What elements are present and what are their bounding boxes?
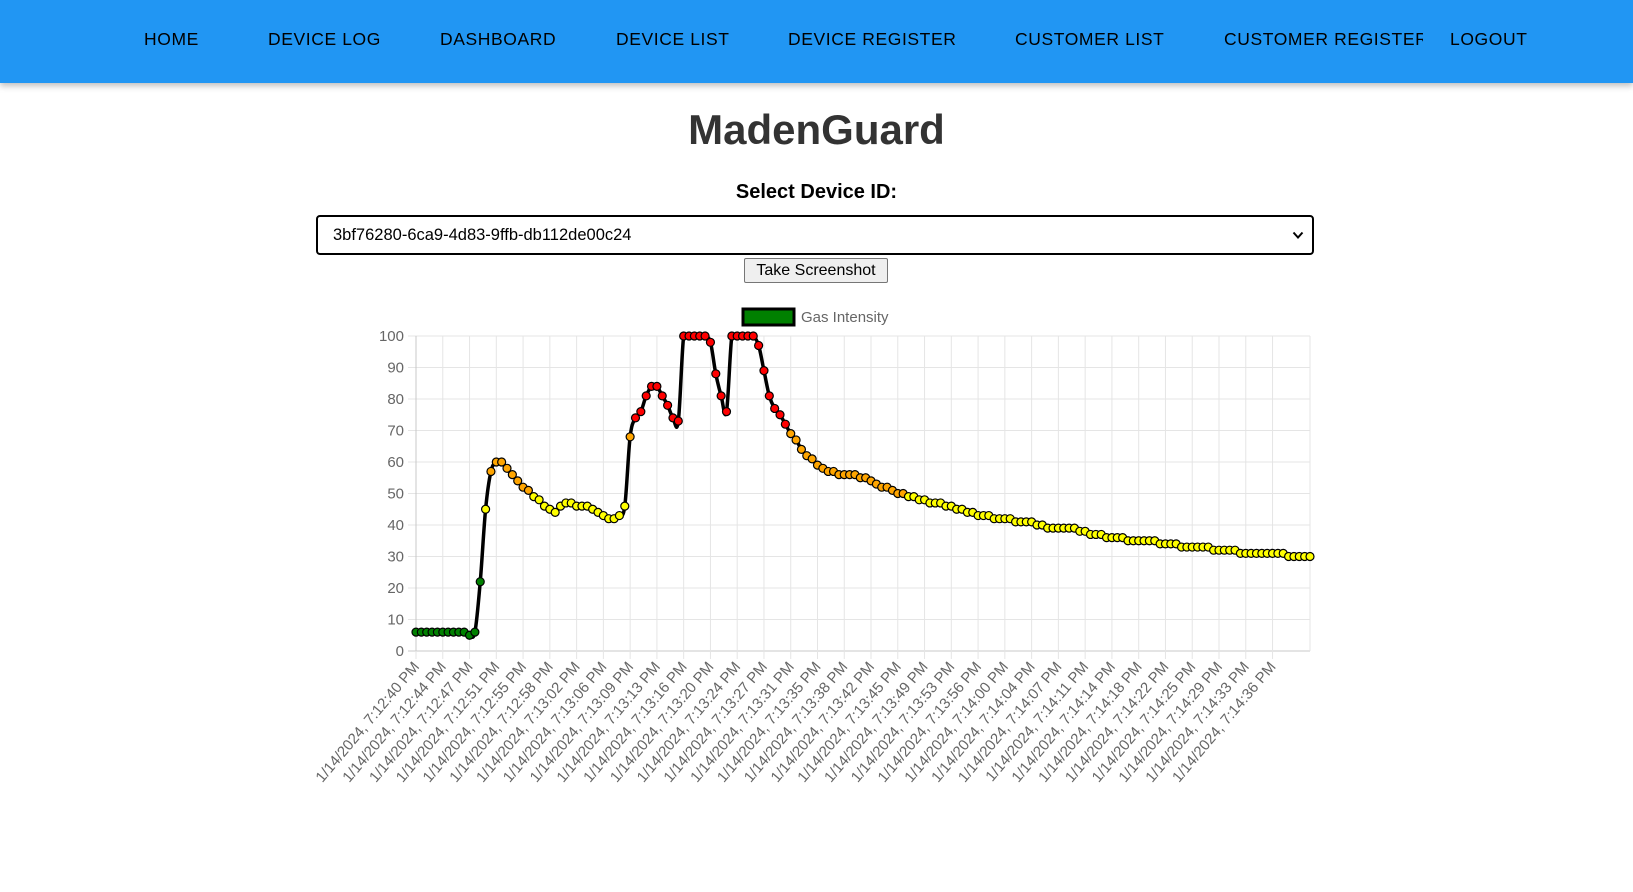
data-point bbox=[475, 577, 485, 587]
data-point bbox=[620, 501, 630, 511]
chart-points bbox=[411, 331, 1315, 640]
data-point bbox=[764, 391, 774, 401]
data-point bbox=[1305, 551, 1315, 562]
y-tick-label: 50 bbox=[387, 486, 404, 503]
y-tick-label: 30 bbox=[387, 549, 404, 566]
data-point bbox=[791, 435, 801, 445]
data-point bbox=[663, 400, 673, 410]
chart-grid bbox=[408, 335, 1311, 659]
data-point bbox=[625, 432, 635, 442]
y-tick-label: 20 bbox=[387, 580, 404, 597]
data-point bbox=[748, 331, 758, 341]
data-point bbox=[759, 366, 769, 376]
y-tick-label: 0 bbox=[396, 643, 404, 660]
data-point bbox=[614, 510, 625, 521]
data-point bbox=[673, 416, 683, 426]
data-point bbox=[716, 391, 726, 401]
y-tick-label: 80 bbox=[387, 391, 404, 408]
y-tick-label: 90 bbox=[387, 360, 404, 377]
legend-label-gas-intensity: Gas Intensity bbox=[801, 309, 889, 326]
y-tick-label: 100 bbox=[379, 328, 404, 345]
data-point bbox=[721, 407, 732, 417]
y-tick-label: 10 bbox=[387, 612, 404, 629]
data-point bbox=[641, 391, 651, 401]
data-point bbox=[705, 337, 716, 347]
data-point bbox=[711, 369, 721, 379]
data-point bbox=[486, 466, 496, 477]
y-tick-label: 70 bbox=[387, 423, 404, 440]
chart-legend: Gas Intensity bbox=[741, 307, 889, 327]
data-point bbox=[780, 419, 790, 429]
data-point bbox=[480, 504, 491, 514]
data-point bbox=[470, 627, 480, 637]
legend-swatch-gas-intensity bbox=[741, 307, 796, 327]
data-point bbox=[657, 391, 667, 401]
gas-intensity-chart: 01020304050607080901001/14/2024, 7:12:40… bbox=[312, 307, 1315, 786]
data-point bbox=[754, 340, 764, 351]
data-point bbox=[652, 381, 662, 391]
data-point bbox=[775, 410, 785, 420]
y-tick-label: 60 bbox=[387, 454, 404, 471]
y-tick-label: 40 bbox=[387, 517, 404, 534]
data-point bbox=[636, 407, 646, 417]
